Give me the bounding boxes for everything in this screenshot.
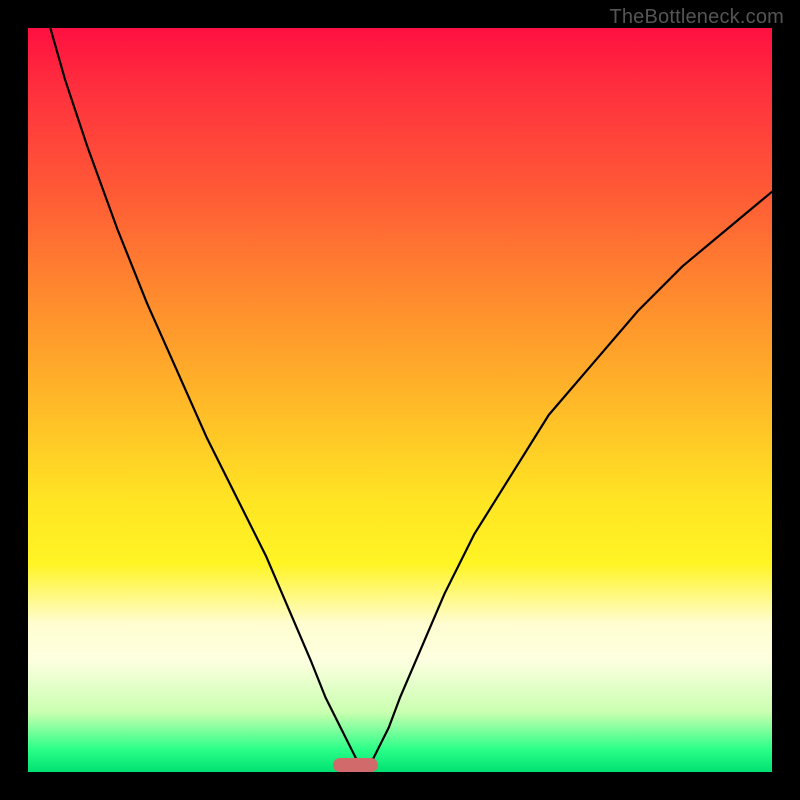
chart-frame: TheBottleneck.com — [0, 0, 800, 800]
bottleneck-curve — [28, 28, 772, 772]
optimal-marker — [333, 758, 378, 772]
plot-area — [28, 28, 772, 772]
watermark: TheBottleneck.com — [609, 6, 784, 29]
